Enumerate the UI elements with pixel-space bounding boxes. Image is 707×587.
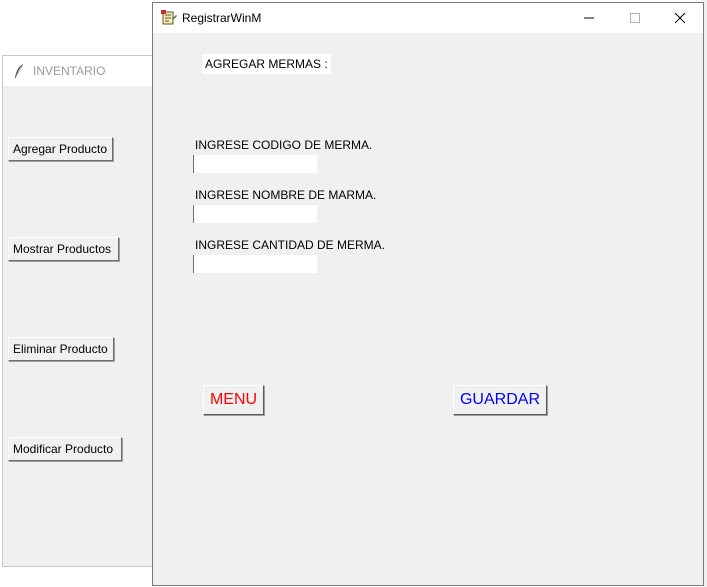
inventario-window: INVENTARIO Agregar Producto Mostrar Prod…: [2, 55, 154, 567]
nombre-label: INGRESE NOMBRE DE MARMA.: [195, 188, 377, 202]
menu-button[interactable]: MENU: [203, 385, 264, 415]
mostrar-productos-button[interactable]: Mostrar Productos: [8, 237, 119, 261]
inventario-title: INVENTARIO: [33, 64, 106, 78]
eliminar-producto-button[interactable]: Eliminar Producto: [8, 337, 114, 361]
cantidad-label: INGRESE CANTIDAD DE MERMA.: [195, 238, 386, 252]
maximize-icon: [630, 13, 640, 23]
guardar-button[interactable]: GUARDAR: [453, 385, 547, 415]
modificar-producto-button[interactable]: Modificar Producto: [8, 437, 122, 461]
feather-icon: [15, 63, 24, 78]
agregar-mermas-heading: AGREGAR MERMAS :: [202, 54, 331, 74]
minimize-button[interactable]: [566, 3, 612, 33]
maximize-button[interactable]: [612, 3, 658, 33]
codigo-label: INGRESE CODIGO DE MERMA.: [195, 138, 373, 152]
registrar-titlebar[interactable]: RegistrarWinM: [153, 3, 703, 33]
codigo-input[interactable]: [193, 155, 317, 173]
minimize-icon: [584, 17, 594, 19]
close-button[interactable]: [657, 3, 703, 33]
cantidad-input[interactable]: [193, 255, 317, 273]
app-icon: [161, 10, 177, 25]
close-icon: [674, 12, 686, 24]
agregar-producto-button[interactable]: Agregar Producto: [8, 137, 113, 161]
registrar-window: RegistrarWinM AGREGAR MERMAS : INGRESE C…: [152, 2, 704, 586]
registrar-title: RegistrarWinM: [182, 11, 262, 25]
inventario-titlebar[interactable]: INVENTARIO: [3, 56, 153, 86]
nombre-input[interactable]: [193, 205, 317, 223]
